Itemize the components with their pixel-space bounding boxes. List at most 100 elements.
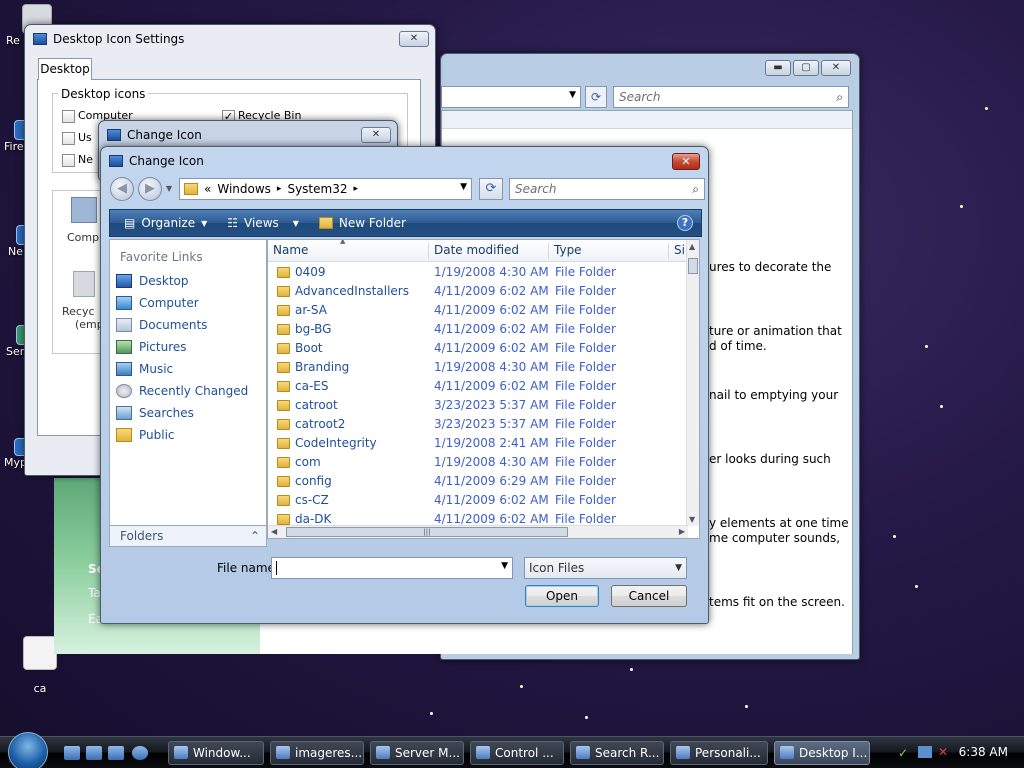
sidebar-item-searches[interactable]: Searches <box>110 402 266 424</box>
switch-windows-icon[interactable] <box>86 746 102 760</box>
horizontal-scrollbar[interactable]: ◀ ||| ▶ <box>268 525 688 538</box>
sidebar-item-documents[interactable]: Documents <box>110 314 266 336</box>
network-checkbox[interactable] <box>62 154 75 167</box>
desktop-icon <box>116 274 132 288</box>
folder-icon <box>277 457 290 468</box>
file-row[interactable]: bg-BG 4/11/2009 6:02 AM File Folder <box>268 320 688 339</box>
file-row[interactable]: Boot 4/11/2009 6:02 AM File Folder <box>268 339 688 358</box>
views-button[interactable]: ☷ Views ▼ <box>221 216 305 230</box>
recent-pages-icon[interactable]: ▼ <box>166 184 172 193</box>
computer-checkbox[interactable] <box>62 110 75 123</box>
chevron-down-icon[interactable]: ▼ <box>460 182 467 192</box>
file-row[interactable]: catroot2 3/23/2023 5:37 AM File Folder <box>268 415 688 434</box>
title-bar[interactable]: Change Icon <box>99 121 397 149</box>
help-icon[interactable]: ? <box>677 215 693 231</box>
minimize-button[interactable]: ▬ <box>765 60 791 76</box>
star <box>915 585 918 588</box>
cancel-button[interactable]: Cancel <box>611 585 687 607</box>
taskbar-button[interactable]: imageres... <box>270 741 364 765</box>
breadcrumb-system32[interactable]: System32 <box>287 182 347 196</box>
server-manager-icon[interactable] <box>108 746 124 760</box>
scroll-up-icon[interactable]: ▲ <box>689 242 695 251</box>
taskbar-button[interactable]: Control ... <box>470 741 564 765</box>
scroll-left-icon[interactable]: ◀ <box>271 527 277 536</box>
scrollbar-thumb[interactable]: ||| <box>286 527 568 537</box>
tab-desktop[interactable]: Desktop <box>38 58 92 80</box>
search-icon[interactable]: ⌕ <box>836 87 843 107</box>
file-row[interactable]: ca-ES 4/11/2009 6:02 AM File Folder <box>268 377 688 396</box>
network-icon[interactable] <box>918 746 932 758</box>
task-app-icon <box>780 746 794 759</box>
security-icon[interactable]: ✓ <box>898 746 908 760</box>
volume-muted-icon[interactable]: ✕ <box>938 745 948 759</box>
refresh-icon[interactable]: ⟳ <box>585 86 607 108</box>
column-header-date[interactable]: Date modified <box>429 243 549 259</box>
taskbar-button[interactable]: Personali... <box>670 741 768 765</box>
task-pane-link[interactable]: Ta <box>88 586 101 600</box>
user-files-checkbox[interactable] <box>62 132 75 145</box>
column-header-type[interactable]: Type <box>549 243 669 259</box>
breadcrumb-chevron-icon[interactable]: ▸ <box>353 184 358 194</box>
chevron-down-icon[interactable]: ▼ <box>293 219 299 228</box>
sidebar-item-recently-changed[interactable]: Recently Changed <box>110 380 266 402</box>
taskbar-button[interactable]: Desktop I... <box>774 741 870 765</box>
file-date: 4/11/2009 6:02 AM <box>434 341 549 355</box>
taskbar-button[interactable]: Search R... <box>570 741 664 765</box>
open-button[interactable]: Open <box>525 585 599 607</box>
taskbar-button[interactable]: Window... <box>168 741 264 765</box>
sidebar-item-public[interactable]: Public <box>110 424 266 446</box>
close-button[interactable]: ✕ <box>821 60 851 76</box>
sidebar-item-pictures[interactable]: Pictures <box>110 336 266 358</box>
file-row[interactable]: config 4/11/2009 6:29 AM File Folder <box>268 472 688 491</box>
scroll-down-icon[interactable]: ▼ <box>689 515 695 524</box>
new-folder-button[interactable]: New Folder <box>313 216 412 230</box>
file-row[interactable]: CodeIntegrity 1/19/2008 2:41 AM File Folde… <box>268 434 688 453</box>
close-button[interactable]: ✕ <box>399 31 429 47</box>
breadcrumb-chevron-icon[interactable]: ▸ <box>277 184 282 194</box>
file-row[interactable]: Branding 1/19/2008 4:30 AM File Folder <box>268 358 688 377</box>
title-bar[interactable]: Change Icon <box>101 147 708 175</box>
sidebar-item-computer[interactable]: Computer <box>110 292 266 314</box>
title-bar[interactable]: Desktop Icon Settings <box>25 25 435 53</box>
file-row[interactable]: ar-SA 4/11/2009 6:02 AM File Folder <box>268 301 688 320</box>
address-bar[interactable]: « Windows ▸ System32 ▸ ▼ <box>179 178 472 200</box>
internet-explorer-icon[interactable] <box>132 746 148 760</box>
file-row[interactable]: com 1/19/2008 4:30 AM File Folder <box>268 453 688 472</box>
sidebar-item-desktop[interactable]: Desktop <box>110 270 266 292</box>
file-row[interactable]: 0409 1/19/2008 4:30 AM File Folder <box>268 263 688 282</box>
search-icon[interactable]: ⌕ <box>692 179 699 199</box>
file-type-select[interactable]: Icon Files ▼ <box>524 557 687 579</box>
chevron-down-icon[interactable]: ▼ <box>569 90 576 100</box>
file-list[interactable]: Name ▲ Date modified Type Si 0409 1/19/20… <box>267 239 700 539</box>
chevron-down-icon[interactable]: ▼ <box>675 558 682 578</box>
close-button[interactable]: ✕ <box>672 153 700 170</box>
file-date: 1/19/2008 2:41 AM <box>434 436 549 450</box>
file-name-field[interactable]: ▼ <box>271 557 513 579</box>
clock[interactable]: 6:38 AM <box>959 745 1008 759</box>
search-input[interactable]: Search ⌕ <box>613 86 849 108</box>
close-button[interactable]: ✕ <box>361 127 391 143</box>
chevron-down-icon[interactable]: ▼ <box>501 561 508 571</box>
vertical-scrollbar[interactable]: ▲ ▼ <box>686 240 699 526</box>
scrollbar-thumb[interactable] <box>688 258 698 274</box>
breadcrumb-windows[interactable]: Windows <box>217 182 271 196</box>
address-bar[interactable]: ▼ <box>441 86 581 108</box>
organize-icon: ▤ <box>124 216 136 230</box>
breadcrumb-overflow[interactable]: « <box>204 182 211 196</box>
scroll-right-icon[interactable]: ▶ <box>679 527 685 536</box>
file-row[interactable]: catroot 3/23/2023 5:37 AM File Folder <box>268 396 688 415</box>
start-button[interactable] <box>8 732 48 768</box>
refresh-icon[interactable]: ⟳ <box>479 178 503 200</box>
file-row[interactable]: cs-CZ 4/11/2009 6:02 AM File Folder <box>268 491 688 510</box>
forward-arrow-icon[interactable]: ▶ <box>138 177 162 201</box>
file-row[interactable]: AdvancedInstallers 4/11/2009 6:02 AM File … <box>268 282 688 301</box>
back-arrow-icon[interactable]: ◀ <box>110 177 134 201</box>
organize-button[interactable]: ▤ Organize ▼ <box>118 216 213 230</box>
folders-toggle[interactable]: Folders ⌃ <box>109 525 267 547</box>
search-input[interactable]: Search ⌕ <box>509 178 705 200</box>
show-desktop-icon[interactable] <box>64 746 80 760</box>
taskbar-button[interactable]: Server M... <box>370 741 464 765</box>
maximize-button[interactable]: ▢ <box>793 60 819 76</box>
sidebar-item-music[interactable]: Music <box>110 358 266 380</box>
column-header-name[interactable]: Name ▲ <box>268 240 429 259</box>
